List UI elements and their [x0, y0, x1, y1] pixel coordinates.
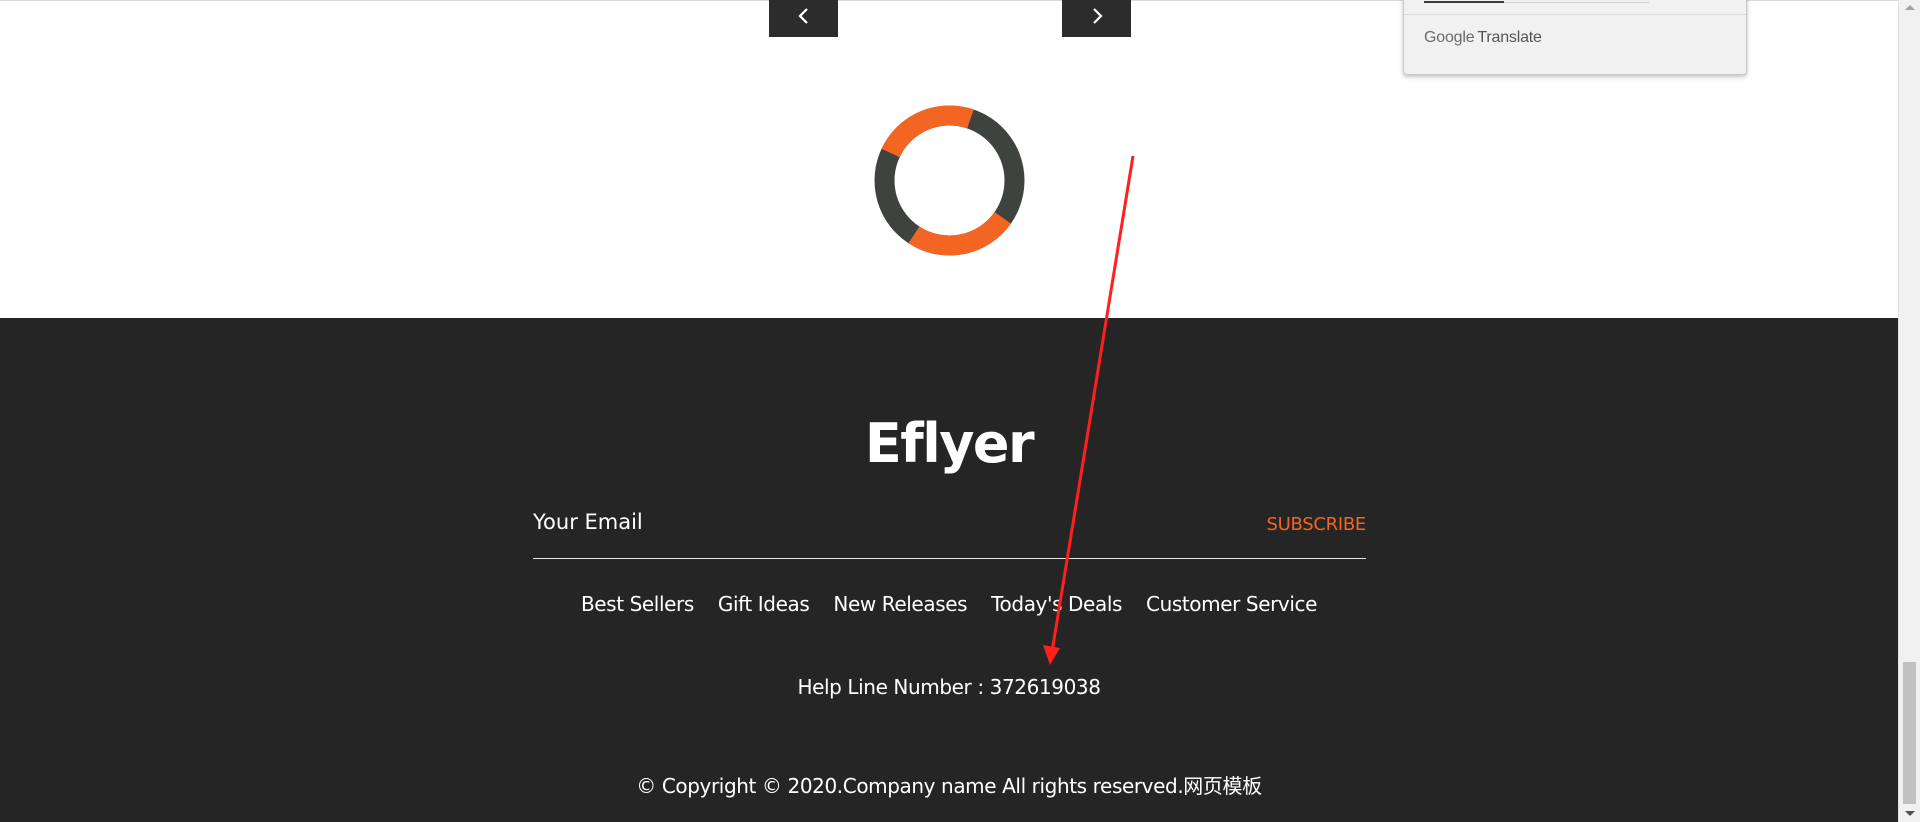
footer-link-gift-ideas[interactable]: Gift Ideas — [718, 592, 810, 616]
scroll-down-icon[interactable] — [1905, 811, 1915, 816]
page: GoogleTranslate Eflyer SUBSCRIBE Best Se… — [0, 0, 1920, 822]
google-translate-logo[interactable]: Google Translate — [1424, 29, 1542, 47]
footer-link-new-releases[interactable]: New Releases — [833, 592, 967, 616]
footer-logo[interactable]: Eflyer — [0, 417, 1898, 471]
footer-nav: Best Sellers Gift Ideas New Releases Tod… — [0, 592, 1898, 616]
footer-link-customer-service[interactable]: Customer Service — [1146, 592, 1317, 616]
carousel-next-button[interactable] — [1062, 0, 1131, 37]
gt-divider — [1404, 14, 1746, 15]
scrollbar-thumb[interactable] — [1903, 662, 1916, 804]
site-footer: Eflyer SUBSCRIBE Best Sellers Gift Ideas… — [0, 318, 1898, 822]
page-scrollbar[interactable] — [1898, 0, 1920, 822]
carousel-prev-button[interactable] — [769, 0, 838, 37]
footer-link-best-sellers[interactable]: Best Sellers — [581, 592, 694, 616]
footer-link-todays-deals[interactable]: Today's Deals — [991, 592, 1122, 616]
helpline-text: Help Line Number : 372619038 — [797, 675, 1101, 699]
gt-progress-indicator — [1424, 1, 1504, 3]
subscribe-button[interactable]: SUBSCRIBE — [1267, 514, 1367, 535]
chevron-left-icon — [797, 7, 808, 24]
loading-spinner-icon — [874, 105, 1025, 256]
google-translate-popup: Google Translate — [1403, 0, 1747, 75]
gt-brand-translate: Translate — [1477, 29, 1542, 46]
chevron-right-icon — [1092, 7, 1103, 24]
email-input[interactable] — [533, 502, 1233, 542]
gt-brand-google: Google — [1424, 29, 1475, 46]
copyright-text: © Copyright © 2020.Company name All righ… — [636, 774, 1262, 798]
scroll-up-icon[interactable] — [1905, 5, 1915, 10]
newsletter-form: SUBSCRIBE — [533, 502, 1366, 559]
